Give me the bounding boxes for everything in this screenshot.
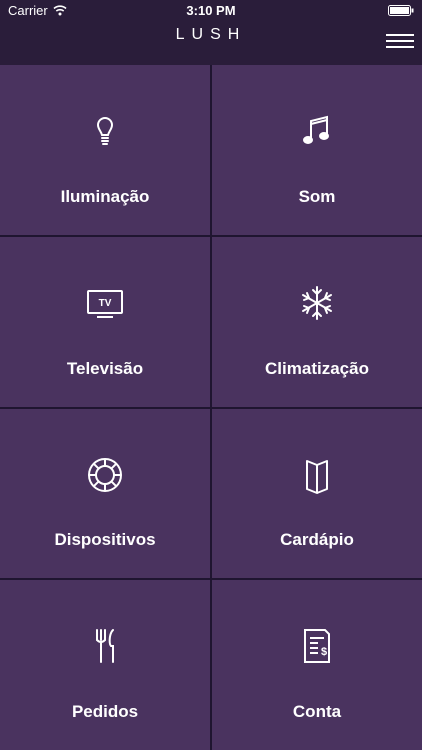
bill-icon: $ bbox=[295, 624, 339, 668]
fork-knife-icon bbox=[83, 624, 127, 668]
category-grid: Iluminação Som TV Televisão Climatização… bbox=[0, 65, 422, 750]
tile-climatizacao[interactable]: Climatização bbox=[212, 236, 422, 407]
tile-televisao[interactable]: TV Televisão bbox=[0, 236, 210, 407]
music-note-icon bbox=[295, 109, 339, 153]
status-time: 3:10 PM bbox=[186, 3, 236, 18]
tile-label: Climatização bbox=[265, 358, 369, 378]
battery-icon bbox=[388, 5, 414, 16]
tile-label: Iluminação bbox=[60, 186, 150, 206]
tv-icon-text: TV bbox=[99, 298, 112, 309]
tile-som[interactable]: Som bbox=[212, 65, 422, 235]
tile-label: Conta bbox=[292, 702, 342, 721]
tile-label: Dispositivos bbox=[54, 530, 156, 550]
app-logo: LUSH bbox=[175, 26, 247, 43]
tile-iluminacao[interactable]: Iluminação bbox=[0, 65, 210, 235]
tile-conta[interactable]: $ Conta bbox=[212, 580, 422, 750]
tv-icon: TV bbox=[83, 281, 127, 325]
svg-text:$: $ bbox=[321, 646, 327, 658]
tile-pedidos[interactable]: Pedidos bbox=[0, 580, 210, 750]
menu-line bbox=[386, 34, 414, 36]
status-bar: Carrier 3:10 PM bbox=[0, 0, 422, 22]
menu-line bbox=[386, 46, 414, 48]
lightbulb-icon bbox=[83, 109, 127, 153]
hamburger-menu-button[interactable] bbox=[386, 34, 414, 52]
tile-label: Som bbox=[298, 186, 336, 206]
tile-label: Cardápio bbox=[280, 530, 354, 550]
nav-bar: LUSH bbox=[0, 22, 422, 65]
tile-label: Televisão bbox=[66, 358, 144, 378]
tile-cardapio[interactable]: Cardápio bbox=[212, 408, 422, 579]
tile-label: Pedidos bbox=[71, 702, 139, 721]
tile-dispositivos[interactable]: Dispositivos bbox=[0, 408, 210, 579]
menu-line bbox=[386, 40, 414, 42]
snowflake-icon bbox=[295, 281, 339, 325]
menu-book-icon bbox=[295, 453, 339, 497]
dial-icon bbox=[83, 453, 127, 497]
